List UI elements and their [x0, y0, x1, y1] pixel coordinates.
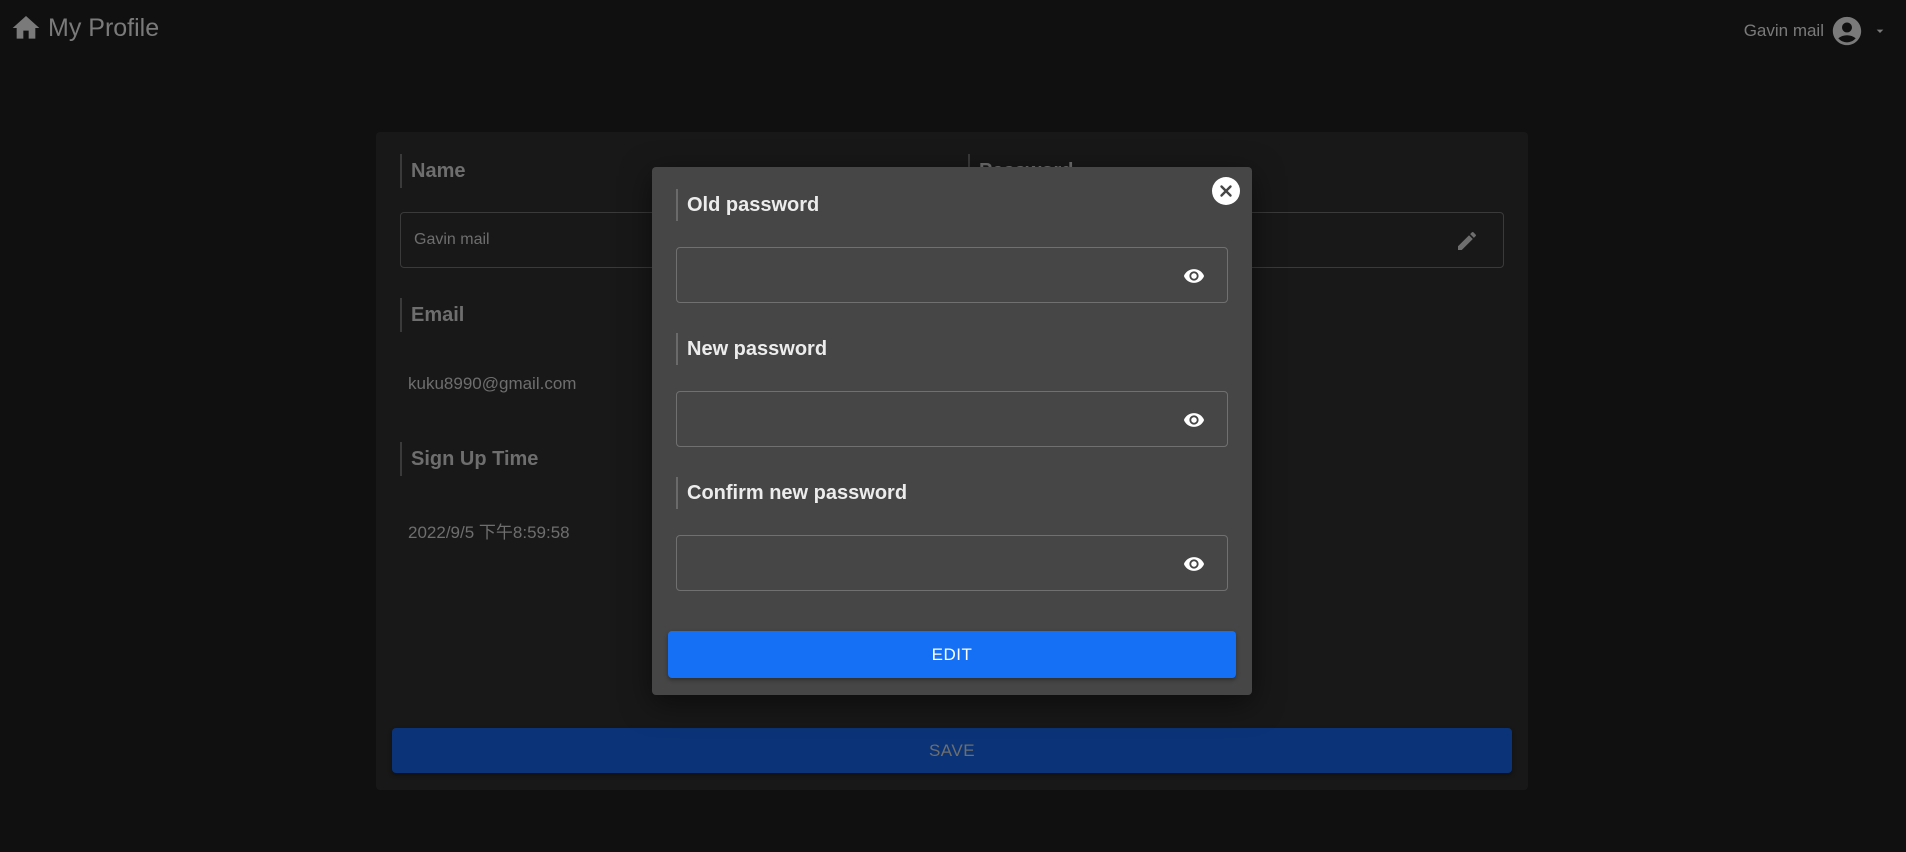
- new-password-label: New password: [676, 333, 827, 365]
- confirm-password-input[interactable]: [677, 536, 1177, 590]
- old-password-input[interactable]: [677, 248, 1177, 302]
- eye-icon[interactable]: [1183, 265, 1205, 287]
- edit-button[interactable]: EDIT: [668, 631, 1236, 678]
- new-password-input[interactable]: [677, 392, 1177, 446]
- close-icon: [1220, 185, 1232, 197]
- old-password-label: Old password: [676, 189, 819, 221]
- confirm-password-field[interactable]: [676, 535, 1228, 591]
- modal-backdrop[interactable]: Old password New password Confirm new pa…: [0, 0, 1906, 852]
- change-password-dialog: Old password New password Confirm new pa…: [652, 167, 1252, 695]
- close-button[interactable]: [1212, 177, 1240, 205]
- eye-icon[interactable]: [1183, 553, 1205, 575]
- confirm-password-label: Confirm new password: [676, 477, 907, 509]
- new-password-field[interactable]: [676, 391, 1228, 447]
- old-password-field[interactable]: [676, 247, 1228, 303]
- eye-icon[interactable]: [1183, 409, 1205, 431]
